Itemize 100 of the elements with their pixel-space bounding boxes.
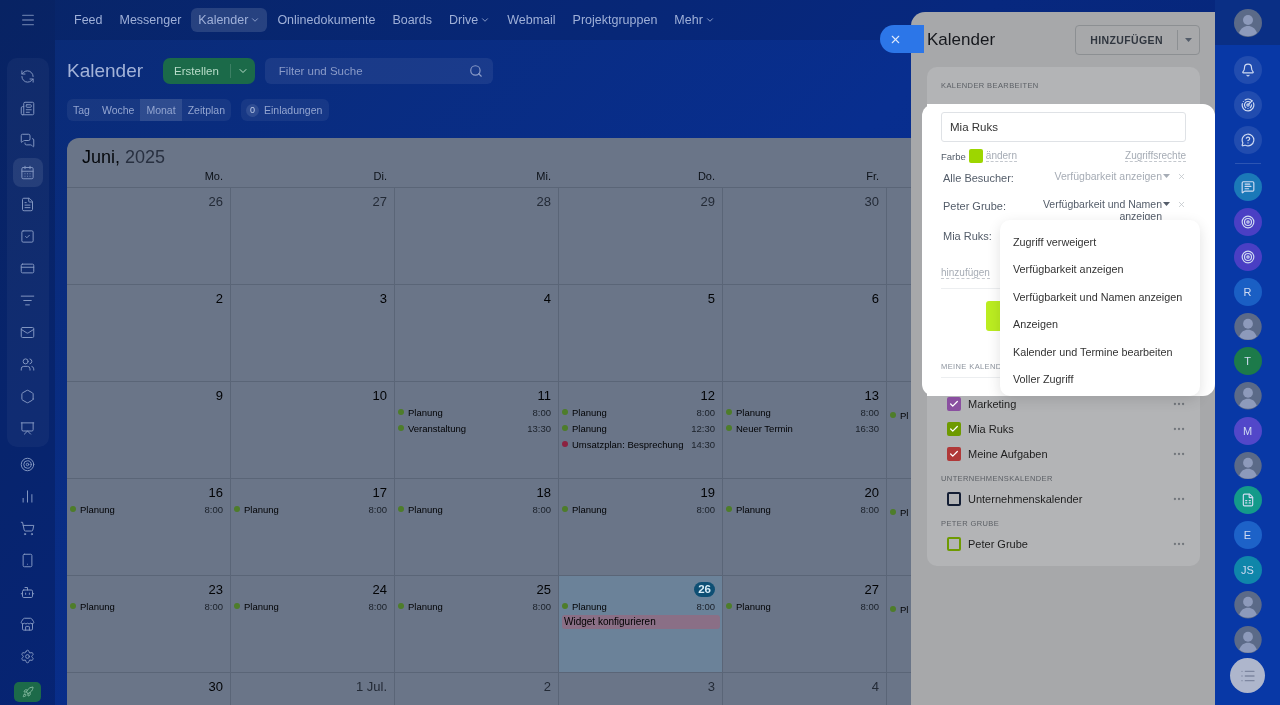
- invitations-button[interactable]: 0 Einladungen: [241, 99, 330, 121]
- event-title[interactable]: Planung: [80, 600, 201, 612]
- day-cell[interactable]: 24 Planung 8:00: [231, 576, 395, 673]
- day-cell[interactable]: 1 Jul.: [231, 673, 395, 705]
- user-avatar[interactable]: [1233, 382, 1262, 410]
- activity-button[interactable]: [1233, 91, 1262, 119]
- view-tab[interactable]: Woche: [95, 99, 141, 121]
- view-tab[interactable]: Monat: [140, 99, 182, 121]
- support-button[interactable]: [1233, 126, 1262, 154]
- day-cell[interactable]: 10: [231, 382, 395, 479]
- rights-link[interactable]: Zugriffsrechte: [1125, 150, 1186, 162]
- add-link[interactable]: hinzufügen: [941, 267, 990, 279]
- view-tab[interactable]: Zeitplan: [181, 99, 231, 121]
- event-title[interactable]: Planung: [408, 600, 529, 612]
- nav-tab[interactable]: Projektgruppen: [565, 8, 665, 32]
- nav-tab[interactable]: Drive: [442, 8, 498, 32]
- day-cell[interactable]: 16 Planung 8:00: [67, 479, 231, 576]
- event-title[interactable]: Planung: [244, 600, 365, 612]
- day-cell[interactable]: 9: [67, 382, 231, 479]
- nav-tab[interactable]: Feed: [67, 8, 110, 32]
- calendar-checkbox[interactable]: [947, 536, 961, 551]
- menu-item[interactable]: Voller Zugriff: [1000, 365, 1200, 393]
- event-title[interactable]: Planung: [736, 503, 857, 515]
- calendar-name[interactable]: Unternehmenskalender: [968, 492, 1165, 505]
- calendar-name[interactable]: Peter Grube: [968, 537, 1165, 550]
- launch-button[interactable]: [14, 682, 41, 702]
- event-title[interactable]: Planung: [408, 406, 529, 418]
- notification-button[interactable]: [1233, 56, 1262, 84]
- menu-item[interactable]: Verfügbarkeit anzeigen: [1000, 255, 1200, 283]
- letter-avatar[interactable]: E: [1233, 521, 1262, 550]
- calendar-name[interactable]: Marketing: [968, 397, 1165, 410]
- calendar-checkbox[interactable]: [947, 491, 961, 506]
- day-cell[interactable]: 11 Planung 8:00 Veranstaltung 13:30: [395, 382, 559, 479]
- close-button[interactable]: [880, 25, 924, 53]
- event-title[interactable]: Pl: [900, 603, 909, 615]
- access-dropdown[interactable]: Verfügbarkeit anzeigen: [1033, 170, 1170, 182]
- event-title[interactable]: Planung: [244, 503, 365, 515]
- event-title[interactable]: Neuer Termin: [736, 422, 852, 434]
- channel-button[interactable]: [1233, 208, 1262, 236]
- event-title[interactable]: Planung: [572, 422, 688, 434]
- day-cell[interactable]: 6: [723, 285, 887, 382]
- day-cell[interactable]: 18 Planung 8:00: [395, 479, 559, 576]
- event-title[interactable]: Planung: [736, 600, 857, 612]
- menu-icon[interactable]: [19, 12, 36, 28]
- event-title[interactable]: Pl: [900, 506, 909, 518]
- day-cell[interactable]: 30: [723, 188, 887, 285]
- event-title[interactable]: Planung: [572, 503, 693, 515]
- chat-button[interactable]: [1233, 173, 1262, 201]
- day-cell[interactable]: 28: [395, 188, 559, 285]
- event-title[interactable]: Planung: [408, 503, 529, 515]
- event-title[interactable]: Planung: [572, 406, 693, 418]
- letter-avatar[interactable]: R: [1233, 278, 1262, 306]
- calendar-name[interactable]: Mia Ruks: [968, 422, 1165, 435]
- day-cell[interactable]: 12 Planung 8:00 Planung 12:30 Umsatzplan: Besprechung 14:30: [559, 382, 723, 479]
- nav-tab[interactable]: Onlinedokumente: [270, 8, 383, 32]
- day-cell[interactable]: 17 Planung 8:00: [231, 479, 395, 576]
- event-title[interactable]: Planung: [572, 600, 693, 612]
- sidebar-button[interactable]: [12, 158, 43, 187]
- day-cell[interactable]: 4: [395, 285, 559, 382]
- change-link[interactable]: ändern: [985, 150, 1017, 162]
- day-cell[interactable]: 27: [231, 188, 395, 285]
- search-input[interactable]: Filter und Suche: [276, 64, 469, 78]
- event-title[interactable]: Veranstaltung: [408, 422, 524, 434]
- day-cell[interactable]: 26: [67, 188, 231, 285]
- color-swatch[interactable]: [968, 149, 983, 163]
- user-avatar[interactable]: [1233, 313, 1262, 341]
- calendar-name[interactable]: Meine Aufgaben: [968, 447, 1165, 460]
- day-cell[interactable]: 13 Planung 8:00 Neuer Termin 16:30: [723, 382, 887, 479]
- event-title[interactable]: Pl: [900, 409, 909, 421]
- menu-item[interactable]: Zugriff verweigert: [1000, 228, 1200, 256]
- day-cell[interactable]: 29: [559, 188, 723, 285]
- day-cell[interactable]: 27 Planung 8:00: [723, 576, 887, 673]
- menu-item[interactable]: Verfügbarkeit und Namen anzeigen: [1000, 283, 1200, 311]
- search-bar[interactable]: Filter und Suche: [264, 58, 493, 84]
- event-title[interactable]: Planung: [80, 503, 201, 515]
- calendar-checkbox[interactable]: [947, 446, 961, 461]
- day-cell[interactable]: 2: [395, 673, 559, 705]
- day-cell[interactable]: 4: [723, 673, 887, 705]
- day-cell[interactable]: 2: [67, 285, 231, 382]
- letter-avatar[interactable]: T: [1233, 347, 1262, 376]
- channel-button[interactable]: [1233, 243, 1262, 271]
- user-avatar[interactable]: [1233, 451, 1262, 480]
- menu-item[interactable]: Kalender und Termine bearbeiten: [1000, 338, 1200, 366]
- menu-item[interactable]: Anzeigen: [1000, 310, 1200, 338]
- day-cell[interactable]: 3: [231, 285, 395, 382]
- nav-tab[interactable]: Boards: [385, 8, 439, 32]
- day-cell[interactable]: 5: [559, 285, 723, 382]
- document-button[interactable]: [1233, 486, 1262, 515]
- letter-avatar[interactable]: JS: [1233, 556, 1262, 585]
- letter-avatar[interactable]: M: [1233, 416, 1262, 445]
- day-cell[interactable]: 23 Planung 8:00: [67, 576, 231, 673]
- day-cell[interactable]: 30: [67, 673, 231, 705]
- calendar-checkbox[interactable]: [947, 421, 961, 436]
- nav-tab[interactable]: Mehr: [667, 8, 722, 32]
- view-tab[interactable]: Tag: [67, 99, 96, 121]
- list-button[interactable]: [1230, 658, 1265, 693]
- event-title[interactable]: Planung: [736, 406, 857, 418]
- day-cell[interactable]: 26 Planung 8:00 Widget konfigurieren: [559, 576, 723, 673]
- nav-tab[interactable]: Kalender: [191, 8, 268, 32]
- access-dropdown[interactable]: Verfügbarkeit und Namen anzeigen: [1033, 198, 1170, 222]
